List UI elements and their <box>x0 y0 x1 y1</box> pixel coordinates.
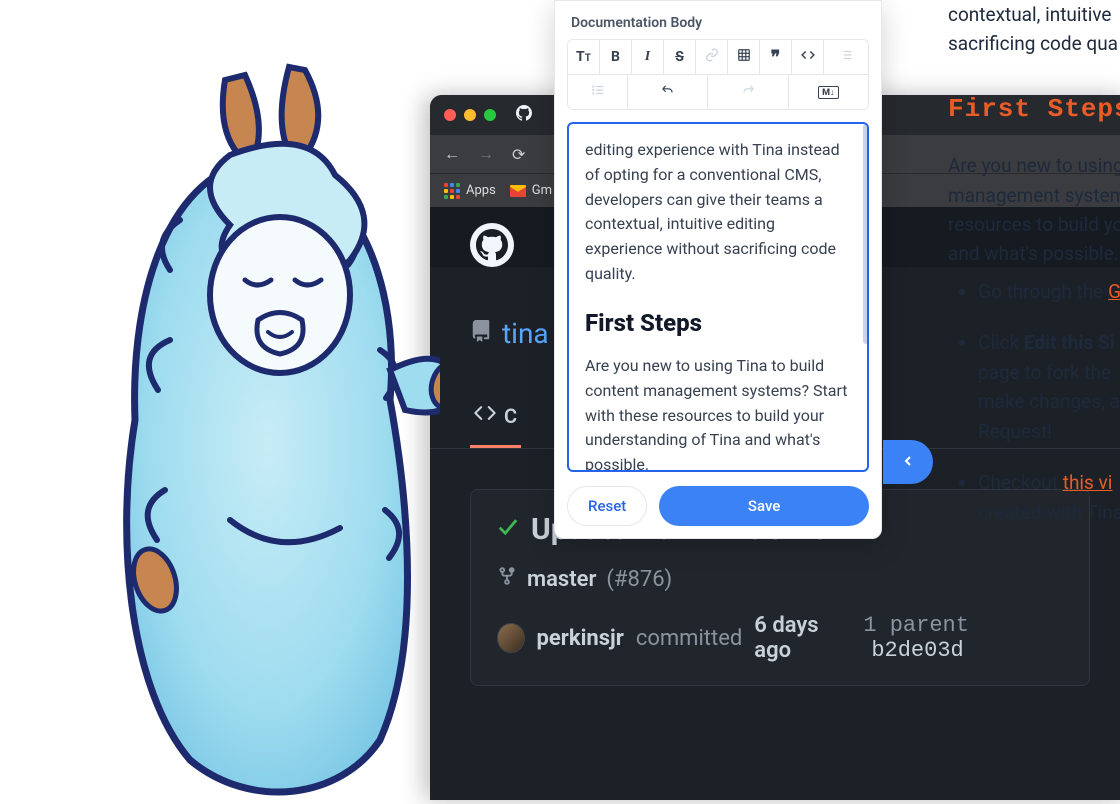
preview-intro: contextual, intuitive sacrificing code q… <box>948 0 1120 59</box>
commit-time: 6 days ago <box>754 613 851 663</box>
apps-grid-icon <box>444 183 460 199</box>
list-item: Checkout this vi created with Tina <box>978 468 1120 527</box>
close-window-button[interactable] <box>444 109 456 121</box>
editor-field-label: Documentation Body <box>567 15 869 31</box>
link-button[interactable] <box>696 40 728 74</box>
repo-icon <box>470 318 492 350</box>
save-button[interactable]: Save <box>659 486 869 526</box>
editor-toolbar: TT B I S ❞ M↓ <box>567 39 869 110</box>
editor-heading: First Steps <box>585 305 851 342</box>
ul-icon <box>591 83 605 101</box>
pr-number[interactable]: (#876) <box>606 567 672 592</box>
quote-button[interactable]: ❞ <box>760 40 792 74</box>
editor-paragraph: editing experience with Tina instead of … <box>585 138 851 287</box>
reset-button[interactable]: Reset <box>567 486 647 526</box>
reload-icon[interactable]: ⟳ <box>512 145 525 164</box>
maximize-window-button[interactable] <box>484 109 496 121</box>
editor-textarea[interactable]: editing experience with Tina instead of … <box>567 122 869 472</box>
check-icon <box>497 516 519 544</box>
undo-button[interactable] <box>628 75 708 109</box>
undo-icon <box>659 83 677 101</box>
parent-sha[interactable]: b2de03d <box>871 638 963 663</box>
back-icon[interactable]: ← <box>444 144 460 164</box>
window-controls <box>444 109 496 121</box>
branch-name[interactable]: master <box>527 567 596 592</box>
list-item: Go through the G <box>978 277 1120 306</box>
preview-p1: Are you new to using management system r… <box>948 151 1120 269</box>
list-button[interactable] <box>824 40 868 74</box>
github-logo-icon[interactable] <box>470 223 514 267</box>
commit-branch-row: master (#876) <box>497 565 1063 593</box>
commit-parent: 1 parent b2de03d <box>863 613 1063 663</box>
list-item: Click Edit this Si page to fork the make… <box>978 328 1120 446</box>
italic-button[interactable]: I <box>632 40 664 74</box>
collapse-sidebar-button[interactable] <box>883 440 933 484</box>
forward-icon[interactable]: → <box>478 144 494 164</box>
table-icon <box>737 48 751 66</box>
redo-button[interactable] <box>708 75 788 109</box>
markdown-button[interactable]: M↓ <box>789 75 868 109</box>
editor-paragraph: Are you new to using Tina to build conte… <box>585 354 851 472</box>
strike-icon: S <box>675 49 684 65</box>
ul-button[interactable] <box>568 75 628 109</box>
quote-icon: ❞ <box>771 52 781 62</box>
editor-scrollbar[interactable] <box>863 124 869 470</box>
italic-icon: I <box>645 49 650 65</box>
minimize-window-button[interactable] <box>464 109 476 121</box>
gmail-label: Gm <box>532 183 552 198</box>
editor-buttons: Reset Save <box>567 486 869 526</box>
chevron-left-icon <box>900 450 916 474</box>
repo-name: tina <box>502 317 549 350</box>
commit-verb: committed <box>636 626 742 651</box>
bold-icon: B <box>611 49 620 65</box>
tab-code[interactable]: C <box>470 390 521 448</box>
apps-bookmark[interactable]: Apps <box>444 183 496 199</box>
gmail-icon <box>510 185 526 197</box>
preview-heading: First Steps <box>948 89 1120 129</box>
editor-panel: Documentation Body TT B I S ❞ M↓ editing… <box>554 0 882 539</box>
markdown-icon: M↓ <box>818 86 838 99</box>
github-favicon-icon <box>516 105 532 125</box>
list-icon <box>839 48 853 66</box>
avatar[interactable] <box>497 623 525 653</box>
preview-link[interactable]: G <box>1108 280 1120 303</box>
doc-preview: contextual, intuitive sacrificing code q… <box>948 0 1120 549</box>
code-button[interactable] <box>792 40 824 74</box>
branch-icon <box>497 565 517 593</box>
tab-code-label: C <box>504 404 517 428</box>
redo-icon <box>739 83 757 101</box>
preview-list: Go through the G Click Edit this Si page… <box>948 277 1120 527</box>
heading-icon: TT <box>576 49 591 65</box>
browser-tab[interactable] <box>516 105 532 125</box>
gmail-bookmark[interactable]: Gm <box>510 183 552 198</box>
apps-label: Apps <box>466 183 496 198</box>
strike-button[interactable]: S <box>664 40 696 74</box>
tina-llama-mascot <box>80 40 440 800</box>
commit-author[interactable]: perkinsjr <box>537 626 624 651</box>
table-button[interactable] <box>728 40 760 74</box>
code-icon <box>474 402 496 429</box>
heading-button[interactable]: TT <box>568 40 600 74</box>
code-icon <box>800 48 816 66</box>
parent-label: 1 parent <box>863 613 969 638</box>
preview-bold: Edit this Si <box>1024 331 1115 354</box>
link-icon <box>705 48 719 66</box>
bold-button[interactable]: B <box>600 40 632 74</box>
preview-link[interactable]: this vi <box>1063 471 1113 494</box>
commit-meta-row: perkinsjr committed 6 days ago 1 parent … <box>497 613 1063 663</box>
